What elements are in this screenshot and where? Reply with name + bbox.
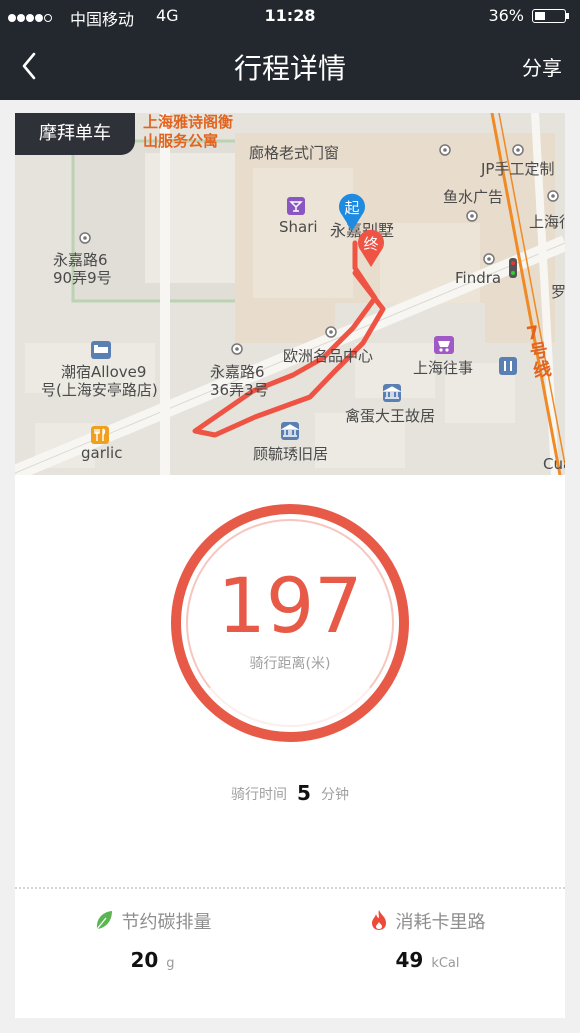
- calories-label: 消耗卡里路: [395, 912, 486, 933]
- share-button[interactable]: 分享: [522, 52, 562, 81]
- poi-dot-icon: [483, 253, 495, 265]
- carbon-header: 节约碳排量: [15, 908, 290, 934]
- poi-dot-icon: [439, 144, 451, 156]
- carbon-value: 20: [130, 948, 159, 972]
- poi-dot-icon: [325, 326, 337, 338]
- hotel-icon: [91, 341, 111, 359]
- restaurant-icon: [91, 426, 109, 444]
- leaf-icon: [95, 911, 112, 930]
- calories-value: 49: [395, 948, 424, 972]
- ride-time-unit: 分钟: [320, 787, 349, 803]
- shopping-icon: [434, 336, 454, 354]
- poi-dot-icon: [547, 190, 559, 202]
- calories-header: 消耗卡里路: [290, 908, 565, 934]
- battery-percent: 36%: [488, 6, 524, 25]
- map-label-luo: 罗: [551, 283, 565, 301]
- ride-time-label: 骑行时间: [231, 787, 288, 803]
- ride-time-value: 5: [297, 781, 311, 805]
- section-divider: [15, 887, 565, 889]
- carbon-unit: g: [166, 956, 175, 971]
- poi-dot-icon: [466, 210, 478, 222]
- trip-detail-card: 上海雅诗阁衡 山服务公寓 摩拜单车 廊格老式门窗 JP手工定制 鱼水广告 上海行…: [15, 113, 565, 1018]
- route-map[interactable]: 上海雅诗阁衡 山服务公寓 摩拜单车 廊格老式门窗 JP手工定制 鱼水广告 上海行…: [15, 113, 565, 475]
- poi-dot-icon: [231, 343, 243, 355]
- map-label-allove-2: 号(上海安亭路店): [41, 381, 158, 399]
- map-label-shanghai-wangshi: 上海往事: [413, 359, 474, 377]
- restroom-icon: [499, 357, 517, 375]
- map-label-gu-residence: 顾毓琇旧居: [253, 445, 329, 463]
- distance-value: 197: [217, 561, 363, 650]
- battery-icon: [532, 9, 569, 23]
- end-label: 终: [363, 235, 379, 253]
- map-label-garlic: garlic: [81, 444, 123, 462]
- map-label-shanghai-edge: 上海行: [529, 213, 565, 231]
- poi-dot-icon: [512, 144, 524, 156]
- landmark-icon: [281, 422, 299, 440]
- calories-unit: kCal: [431, 956, 460, 971]
- map-label-yongjia-90-2: 90弄9号: [53, 269, 112, 287]
- poi-dot-icon: [79, 232, 91, 244]
- calories-value-row: 49 kCal: [290, 948, 565, 972]
- landmark-icon: [383, 384, 401, 402]
- map-label-jp: JP手工定制: [481, 160, 555, 178]
- map-label-cua: Cua: [543, 455, 565, 473]
- carbon-label: 节约碳排量: [121, 912, 212, 933]
- map-label-shari: Shari: [279, 218, 318, 236]
- map-label-qindan: 禽蛋大王故居: [345, 407, 436, 425]
- bar-icon: [287, 197, 305, 215]
- start-marker: 起: [337, 193, 367, 231]
- map-label-langge: 廊格老式门窗: [249, 144, 340, 162]
- distance-label: 骑行距离(米): [249, 656, 331, 672]
- flame-icon: [371, 910, 386, 930]
- mobike-badge: 摩拜单车: [15, 113, 135, 155]
- map-label-findra: Findra: [455, 269, 502, 287]
- navigation-bar: 行程详情 分享: [0, 32, 580, 100]
- ride-time-row: 骑行时间 5 分钟: [15, 781, 565, 805]
- map-label-yongjia-36-2: 36弄3号: [210, 381, 269, 399]
- map-label-hotel-2: 山服务公寓: [143, 132, 219, 150]
- status-bar: 中国移动 4G 11:28 36%: [0, 0, 580, 32]
- start-label: 起: [344, 199, 360, 217]
- map-label-ouzhou: 欧洲名品中心: [283, 347, 374, 365]
- carbon-value-row: 20 g: [15, 948, 290, 972]
- page-title: 行程详情: [233, 52, 346, 85]
- end-marker: 终: [356, 229, 386, 267]
- map-label-yushui: 鱼水广告: [443, 188, 504, 206]
